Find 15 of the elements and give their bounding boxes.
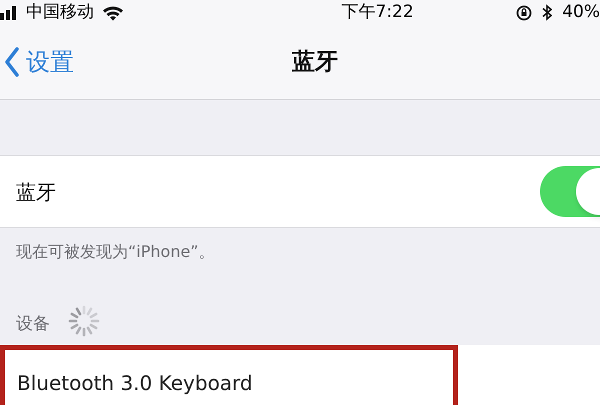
signal-icon [0, 6, 18, 20]
battery-percent: 40% [562, 0, 600, 24]
back-button[interactable]: 设置 [0, 44, 74, 80]
status-time: 下午7:22 [342, 0, 414, 24]
back-chevron-icon [4, 47, 20, 77]
toggle-switch[interactable] [540, 166, 600, 217]
footer-note: 现在可被发现为“iPhone”。 [16, 240, 215, 262]
wifi-icon [102, 4, 124, 20]
section-header: 设备 [16, 312, 50, 336]
page-title: 蓝牙 [292, 48, 338, 77]
bluetooth-icon [542, 4, 552, 21]
rotation-lock-icon [516, 4, 532, 20]
row-label: 蓝牙 [16, 178, 56, 206]
carrier-name: 中国移动 [26, 0, 94, 24]
device-row[interactable]: Bluetooth 3.0 Keyboard [0, 345, 458, 405]
